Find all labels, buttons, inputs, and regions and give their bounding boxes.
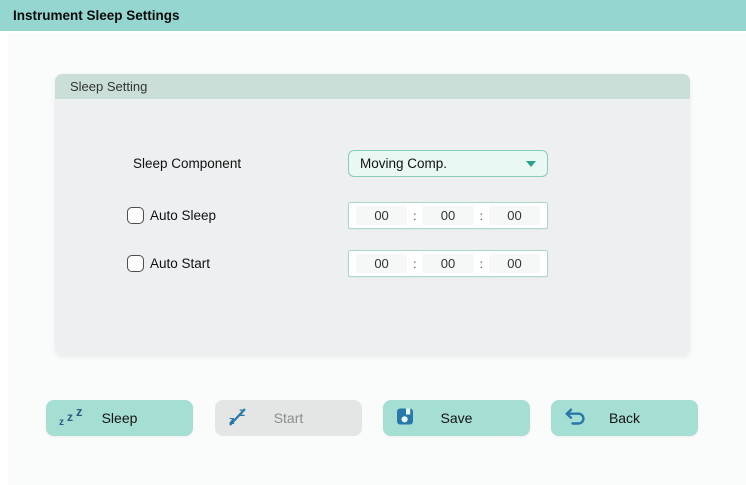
sleep-component-label: Sleep Component [133,150,241,177]
panel-body: Sleep Component Moving Comp. Auto Sleep … [55,99,690,355]
auto-start-minutes-field[interactable]: 00 [422,254,473,273]
back-button[interactable]: Back [551,400,698,436]
start-button-label: Start [274,410,304,426]
sleep-setting-panel: Sleep Setting Sleep Component Moving Com… [55,74,690,355]
auto-sleep-time-input[interactable]: 00 : 00 : 00 [348,202,548,229]
title-bar: Instrument Sleep Settings [0,0,746,31]
auto-start-row: Auto Start [127,250,210,277]
time-separator: : [407,257,422,271]
undo-back-icon [564,408,587,429]
auto-sleep-row: Auto Sleep [127,202,216,229]
zzz-sleep-icon: z z z [59,407,87,429]
save-button[interactable]: Save [383,400,530,436]
floppy-save-icon [396,408,414,429]
time-separator: : [407,209,422,223]
window-title: Instrument Sleep Settings [0,0,746,31]
panel-title: Sleep Setting [55,74,690,99]
auto-sleep-checkbox[interactable] [127,207,144,224]
auto-sleep-minutes-field[interactable]: 00 [422,206,473,225]
auto-sleep-seconds-field[interactable]: 00 [489,206,540,225]
auto-sleep-hours-field[interactable]: 00 [356,206,407,225]
back-button-label: Back [609,410,640,426]
auto-start-checkbox[interactable] [127,255,144,272]
chevron-down-icon [526,161,536,167]
no-sleep-wake-icon: z z [228,406,249,430]
sleep-component-value: Moving Comp. [360,156,447,171]
auto-start-hours-field[interactable]: 00 [356,254,407,273]
sleep-button[interactable]: z z z Sleep [46,400,193,436]
sleep-component-dropdown[interactable]: Moving Comp. [348,150,548,177]
auto-start-time-input[interactable]: 00 : 00 : 00 [348,250,548,277]
sleep-button-label: Sleep [102,410,138,426]
time-separator: : [474,209,489,223]
auto-start-label: Auto Start [150,256,210,271]
start-button[interactable]: z z Start [215,400,362,436]
save-button-label: Save [441,410,473,426]
auto-sleep-label: Auto Sleep [150,208,216,223]
time-separator: : [474,257,489,271]
auto-start-seconds-field[interactable]: 00 [489,254,540,273]
